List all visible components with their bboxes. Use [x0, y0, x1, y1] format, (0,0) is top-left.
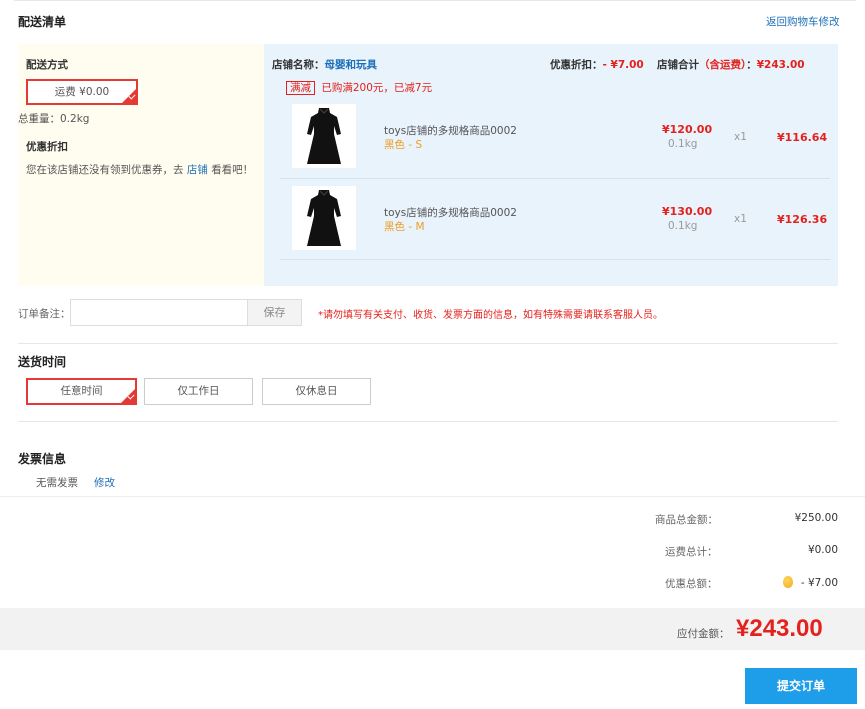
payable-value: ¥243.00 — [736, 615, 823, 642]
promo-tag: 满减 — [286, 81, 315, 95]
save-button[interactable]: 保存 — [247, 299, 302, 326]
coupon-text-pre: 您在该店铺还没有领到优惠券，去 — [26, 164, 184, 176]
shop-total-colon: ： — [746, 59, 757, 71]
discount-total-value: - ¥7.00 — [800, 577, 838, 589]
item-spec: 黑色 - S — [384, 139, 423, 151]
remark-label: 订单备注： — [18, 308, 71, 320]
item-qty: x1 — [734, 213, 747, 225]
shop-discount: 优惠折扣：- ¥7.00 — [550, 57, 644, 72]
item-divider — [280, 259, 830, 260]
coupon-message: 您在该店铺还没有领到优惠券，去 店铺 看看吧！ — [26, 162, 253, 177]
product-image[interactable] — [292, 186, 356, 250]
goods-total-label: 商品总金额： — [655, 514, 718, 526]
item-spec: 黑色 - M — [384, 221, 425, 233]
dress-icon — [307, 190, 341, 246]
coin-icon — [782, 576, 793, 588]
discount-label: 优惠折扣 — [26, 141, 68, 153]
item-weight: 0.1kg — [668, 138, 698, 150]
item-subtotal: ¥126.36 — [777, 213, 828, 226]
shop-name-label: 店铺名称： — [272, 59, 325, 71]
coupon-text-post: 看看吧！ — [211, 164, 254, 176]
time-option-weekday[interactable]: 仅工作日 — [144, 378, 253, 405]
item-qty: x1 — [734, 131, 747, 143]
section-divider — [18, 421, 838, 422]
shop-name-row: 店铺名称：母婴和玩具 — [272, 57, 377, 72]
item-price: ¥130.00 — [662, 205, 713, 218]
section-divider — [18, 343, 838, 344]
promo-row: 满减 已购满200元，已减7元 — [286, 80, 432, 95]
time-option-label: 任意时间 — [60, 385, 103, 397]
shop-discount-value: - ¥7.00 — [602, 59, 644, 71]
section-divider — [0, 496, 865, 497]
shop-total-value: ¥243.00 — [756, 59, 805, 71]
discount-total-label: 优惠总额： — [665, 578, 718, 590]
remark-tip: *请勿填写有关支付、收货、发票方面的信息，如有特殊需要请联系客服人员。 — [318, 310, 663, 321]
goods-total-value: ¥250.00 — [794, 512, 838, 524]
item-name[interactable]: toys店铺的多规格商品0002 — [384, 123, 517, 138]
shop-link[interactable]: 店铺 — [187, 164, 208, 176]
promo-text: 已购满200元，已减7元 — [321, 82, 433, 94]
item-divider — [280, 178, 830, 179]
selected-check-icon — [119, 387, 137, 405]
shop-total-note: （含运费） — [699, 59, 747, 71]
selected-check-icon — [120, 87, 138, 105]
shop-discount-label: 优惠折扣： — [550, 59, 603, 71]
invoice-edit-link[interactable]: 修改 — [94, 475, 115, 490]
time-option-any[interactable]: 任意时间 — [26, 378, 137, 405]
submit-order-button[interactable]: 提交订单 — [745, 668, 857, 704]
shipping-option-button[interactable]: 运费 ¥0.00 — [26, 79, 138, 105]
shop-total-label: 店铺合计 — [657, 59, 699, 71]
item-subtotal: ¥116.64 — [777, 131, 828, 144]
item-price: ¥120.00 — [662, 123, 713, 136]
shipping-total-label: 运费总计： — [665, 546, 718, 558]
item-name[interactable]: toys店铺的多规格商品0002 — [384, 205, 517, 220]
remark-input[interactable] — [70, 299, 248, 326]
shipping-total-value: ¥0.00 — [807, 544, 838, 556]
delivery-time-title: 送货时间 — [18, 355, 67, 369]
back-to-cart-link[interactable]: 返回购物车修改 — [766, 14, 840, 29]
shipping-option-label: 运费 ¥0.00 — [54, 86, 110, 98]
invoice-title: 发票信息 — [18, 452, 67, 466]
product-image[interactable] — [292, 104, 356, 168]
shop-name-link[interactable]: 母婴和玩具 — [325, 59, 378, 71]
dress-icon — [307, 108, 341, 164]
payable-label: 应付金额： — [677, 628, 730, 640]
item-weight: 0.1kg — [668, 220, 698, 232]
time-option-weekend[interactable]: 仅休息日 — [262, 378, 371, 405]
delivery-method-label: 配送方式 — [26, 59, 68, 71]
invoice-value: 无需发票 — [36, 477, 78, 489]
delivery-list-title: 配送清单 — [18, 15, 67, 29]
discount-total-row: - ¥7.00 — [740, 576, 838, 589]
top-divider — [14, 0, 856, 1]
shop-total: 店铺合计（含运费）：¥243.00 — [657, 57, 805, 72]
total-weight: 总重量：0.2kg — [18, 113, 90, 125]
